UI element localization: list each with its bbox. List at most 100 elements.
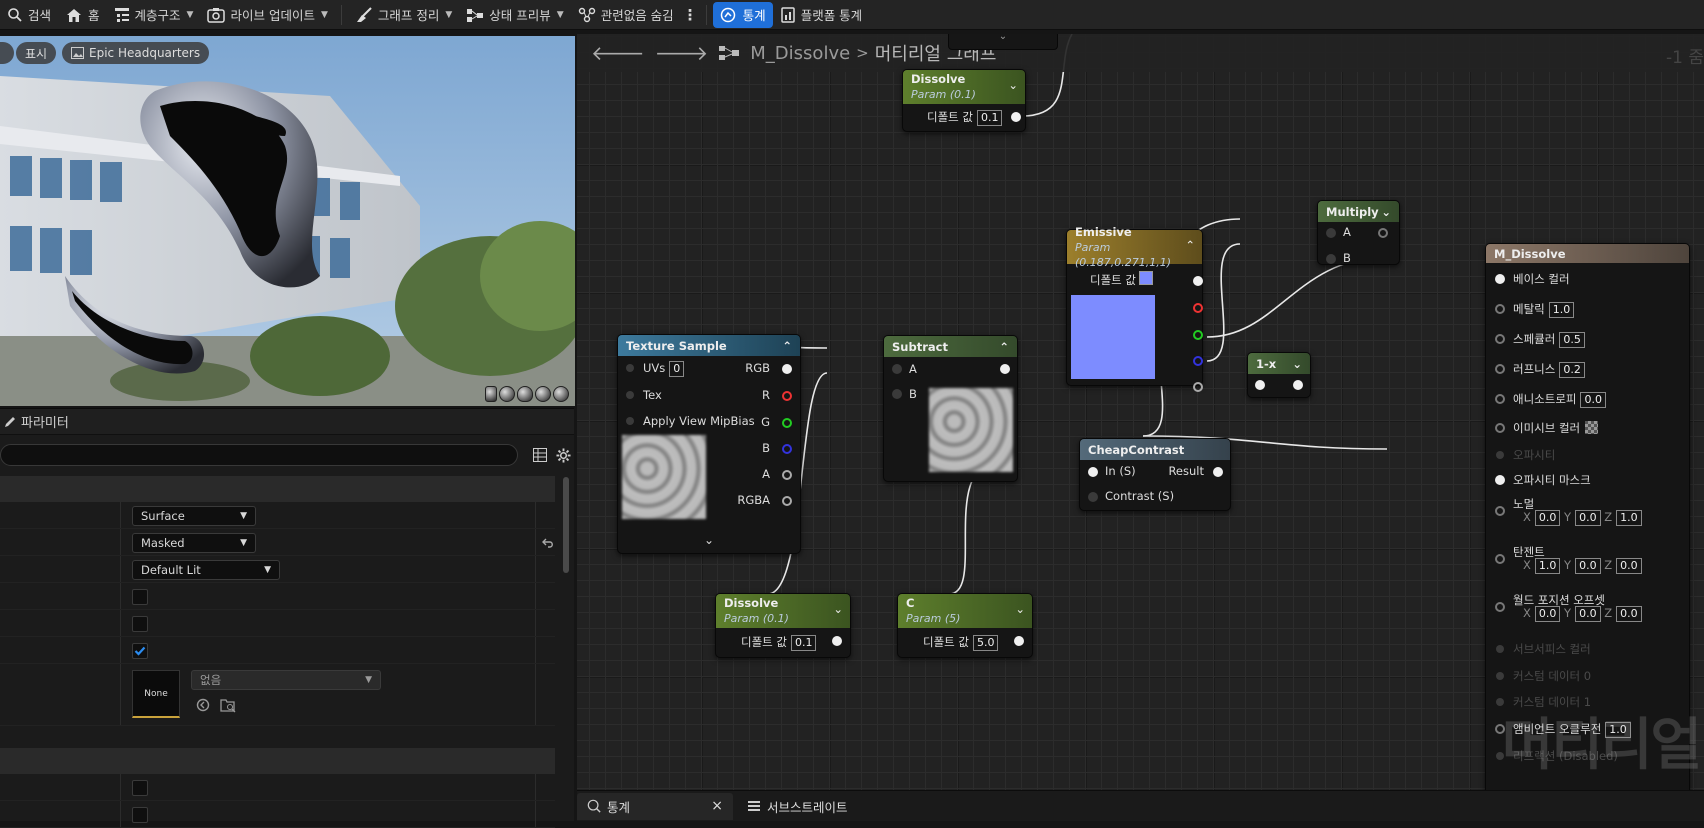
shading-model-dropdown[interactable]: Default Lit ▼: [132, 560, 280, 580]
specular-value-field[interactable]: 0.5: [1559, 332, 1585, 348]
input-pin[interactable]: [1255, 380, 1265, 390]
output-pin[interactable]: [1000, 364, 1010, 374]
node-dissolve-top[interactable]: Dissolve Param (0.1) ⌄ 디폴트 값 0.1: [902, 69, 1026, 132]
default-value-field[interactable]: 0.1: [976, 110, 1003, 126]
node-c-param[interactable]: C Param (5) ⌄ 디폴트 값 5.0: [897, 593, 1033, 658]
reset-arrow-icon[interactable]: [542, 537, 554, 549]
chevron-down-icon[interactable]: ⌄: [1292, 357, 1302, 371]
output-pin[interactable]: [1011, 112, 1021, 122]
texture-thumbnail[interactable]: None: [132, 670, 180, 718]
output-pin-rgba[interactable]: [782, 496, 792, 506]
input-pin-base-color[interactable]: [1495, 274, 1505, 284]
chevron-down-icon[interactable]: ⌄: [833, 602, 843, 617]
output-pin-rgb[interactable]: [782, 364, 792, 374]
input-pin-contrast[interactable]: [1088, 492, 1098, 502]
input-pin-in[interactable]: [1088, 467, 1098, 477]
input-pin-opacity-mask[interactable]: [1495, 475, 1505, 485]
details-scrollbar[interactable]: [563, 477, 569, 573]
tab-substrate[interactable]: 서브스트레이트: [737, 793, 858, 820]
default-value-field[interactable]: 0.1: [790, 635, 817, 651]
tangent-y-field[interactable]: 0.0: [1575, 558, 1601, 574]
normal-x-field[interactable]: 0.0: [1534, 510, 1561, 526]
input-pin-metallic[interactable]: [1495, 304, 1505, 314]
preview-viewport[interactable]: 표시 Epic Headquarters: [0, 36, 575, 406]
roughness-value-field[interactable]: 0.2: [1559, 362, 1585, 378]
input-pin-anisotropy[interactable]: [1495, 394, 1505, 404]
live-update-dropdown[interactable]: 라이브 업데이트 ▼: [200, 2, 334, 28]
settings-button[interactable]: [555, 447, 571, 463]
material-graph-canvas[interactable]: 🡐 🡒 M_Dissolve > 머티리얼 그래프 -1 줌 ⌄ Dissolv…: [577, 34, 1704, 790]
chevron-down-icon[interactable]: ⌄: [1015, 602, 1025, 617]
input-pin-a[interactable]: [892, 364, 902, 374]
node-texture-sample[interactable]: Texture Sample ⌃ UVs 0 Tex Apply View MipB…: [617, 334, 801, 554]
input-pin-custom0[interactable]: [1496, 672, 1504, 680]
output-pin-a[interactable]: [1193, 382, 1203, 392]
output-pin-g[interactable]: [1193, 330, 1203, 340]
wpo-y-field[interactable]: 0.0: [1575, 606, 1601, 622]
blend-mode-dropdown[interactable]: Masked ▼: [132, 533, 256, 553]
hierarchy-dropdown[interactable]: 계층구조 ▼: [107, 2, 201, 28]
node-subtract[interactable]: Subtract ⌃ A B: [883, 335, 1018, 482]
output-pin-g[interactable]: [782, 418, 792, 428]
cylinder-preview-icon[interactable]: [485, 386, 497, 402]
camera-preset-button[interactable]: Epic Headquarters: [62, 42, 210, 64]
input-pin-mipbias[interactable]: [626, 417, 634, 425]
input-pin-subsurface[interactable]: [1496, 645, 1504, 653]
browse-asset-icon[interactable]: [220, 697, 236, 713]
metallic-value-field[interactable]: 1.0: [1548, 302, 1575, 318]
option-checkbox[interactable]: [132, 780, 148, 796]
output-pin-a[interactable]: [782, 470, 792, 480]
default-value-field[interactable]: 5.0: [972, 635, 999, 651]
node-emissive[interactable]: Emissive Param (0.187,0.271,1,1) ⌃ 디폴트 값: [1066, 225, 1203, 392]
hide-unrelated-button[interactable]: 관련없음 숨김: [571, 2, 681, 28]
input-pin-b[interactable]: [1326, 254, 1336, 264]
breadcrumb-asset[interactable]: M_Dissolve: [750, 43, 850, 64]
chevron-down-icon[interactable]: ⌄: [1008, 78, 1018, 93]
option-checkbox-checked[interactable]: [132, 643, 148, 659]
input-pin-a[interactable]: [1326, 228, 1336, 238]
input-pin-wpo[interactable]: [1495, 602, 1505, 612]
option-checkbox[interactable]: [132, 589, 148, 605]
input-pin-roughness[interactable]: [1495, 364, 1505, 374]
wpo-x-field[interactable]: 0.0: [1534, 606, 1561, 622]
table-view-button[interactable]: [532, 447, 548, 463]
details-section-header[interactable]: [0, 476, 555, 502]
output-pin-b[interactable]: [782, 444, 792, 454]
chevron-up-icon[interactable]: ⌃: [782, 339, 792, 353]
option-checkbox[interactable]: [132, 616, 148, 632]
texture-dropdown[interactable]: 없음 ▼: [191, 670, 381, 690]
input-pin-tex[interactable]: [626, 391, 634, 399]
tangent-x-field[interactable]: 1.0: [1534, 558, 1561, 574]
chevron-down-icon[interactable]: ⌄: [1381, 205, 1391, 219]
anisotropy-value-field[interactable]: 0.0: [1580, 392, 1606, 408]
node-dissolve-bottom[interactable]: Dissolve Param (0.1) ⌄ 디폴트 값 0.1: [715, 593, 851, 658]
expand-chevron-icon[interactable]: ⌄: [704, 533, 714, 547]
forward-arrow-icon[interactable]: 🡒: [655, 41, 709, 65]
state-preview-dropdown[interactable]: 상태 프리뷰 ▼: [459, 2, 570, 28]
node-multiply[interactable]: Multiply ⌄ A B: [1317, 200, 1400, 265]
stats-button[interactable]: 통계: [712, 1, 773, 28]
close-icon[interactable]: ×: [711, 798, 723, 814]
custom-mesh-preview-icon[interactable]: [553, 386, 569, 402]
input-pin-normal[interactable]: [1495, 506, 1505, 516]
output-pin[interactable]: [1378, 228, 1388, 238]
tangent-z-field[interactable]: 0.0: [1616, 558, 1642, 574]
input-pin-emissive[interactable]: [1495, 423, 1505, 433]
normal-z-field[interactable]: 1.0: [1616, 510, 1642, 526]
color-swatch[interactable]: [1139, 271, 1153, 285]
home-button[interactable]: 홈: [58, 2, 107, 28]
sphere-preview-icon[interactable]: [499, 386, 515, 402]
input-pin-opacity[interactable]: [1496, 451, 1504, 459]
node-cheap-contrast[interactable]: CheapContrast In (S) Result Contrast (S): [1079, 438, 1231, 511]
output-pin-b[interactable]: [1193, 356, 1203, 366]
cube-preview-icon[interactable]: [535, 386, 551, 402]
output-pin-result[interactable]: [1213, 467, 1223, 477]
clean-graph-dropdown[interactable]: 그래프 정리 ▼: [348, 2, 459, 28]
normal-y-field[interactable]: 0.0: [1575, 510, 1601, 526]
input-pin-b[interactable]: [892, 389, 902, 399]
back-arrow-icon[interactable]: 🡐: [591, 41, 645, 65]
checker-swatch[interactable]: [1585, 421, 1599, 434]
material-domain-dropdown[interactable]: Surface ▼: [132, 506, 256, 526]
search-button[interactable]: 검색: [0, 2, 58, 28]
more-options-button[interactable]: ⋮: [681, 2, 700, 28]
